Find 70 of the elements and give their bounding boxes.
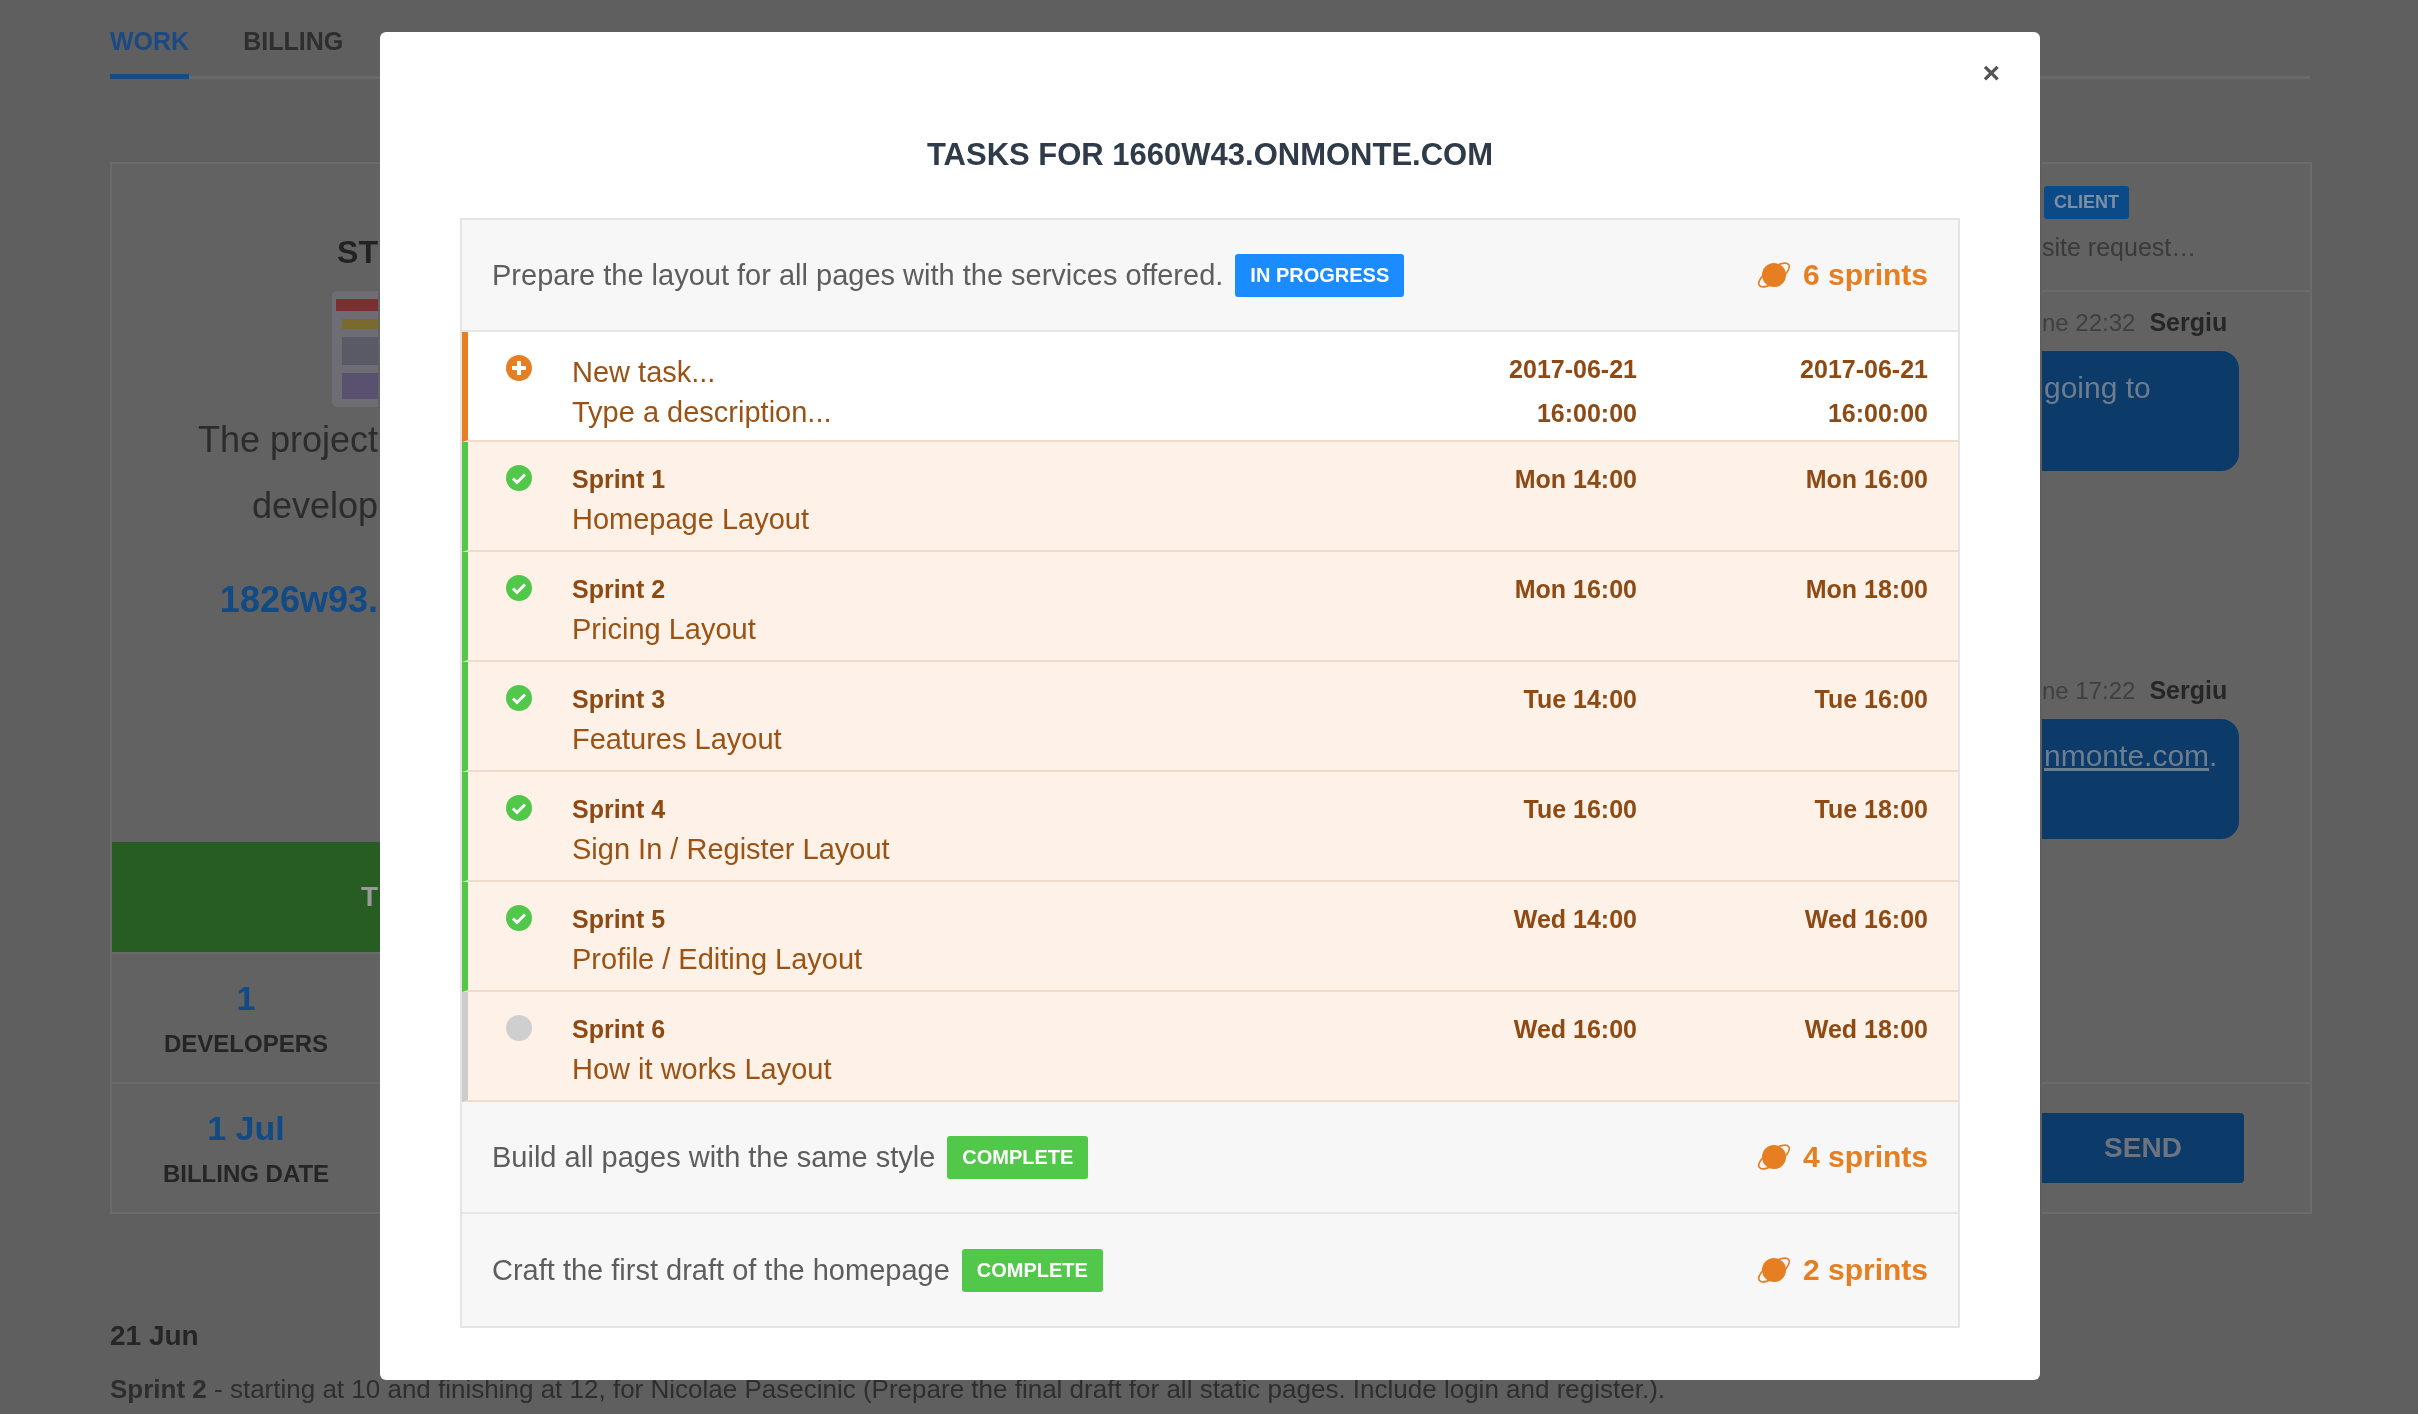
message-text: going to [2044,371,2151,404]
sprint-description: Features Layout [572,722,783,757]
start-time: Mon 16:00 [1514,574,1637,605]
status-badge: IN PROGRESS [1235,253,1405,297]
end-time: Mon 16:00 [1805,464,1928,495]
sprint-description: Profile / Editing Layout [572,942,864,977]
stat-label: BILLING DATE [162,1159,330,1188]
task-name-field[interactable]: New task... [572,352,992,392]
check-circle-icon [506,465,532,491]
sprint-count: 6 sprints [1802,258,1928,292]
stat-label: DEVELOPERS [163,1029,328,1058]
sprint-description: Pricing Layout [572,612,757,647]
task-row[interactable]: Craft the first draft of the homepage COMPLETE 2 sprints [462,1214,1958,1326]
message-author: Sergiu [2149,308,2228,337]
start-time: Tue 14:00 [1523,684,1637,715]
stat-value: 1 [236,978,256,1018]
end-time: Tue 16:00 [1814,684,1928,715]
activity-date: 21 Jun [110,1320,200,1352]
task-row[interactable]: Build all pages with the same style COMPLETE 4 sprints [462,1102,1958,1214]
client-badge: CLIENT [2044,186,2129,219]
action-label: T [360,881,378,913]
sprint-row[interactable]: Sprint 5 Profile / Editing Layout Wed 14:00 Wed 16:00 [462,882,1958,992]
start-date: 2017-06-21 [1509,354,1637,385]
end-time: Wed 18:00 [1804,1014,1928,1045]
check-circle-icon [506,905,532,931]
sprint-row[interactable]: Sprint 1 Homepage Layout Mon 14:00 Mon 16:00 [462,442,1958,552]
status-badge: COMPLETE [947,1135,1089,1179]
sprint-count: 4 sprints [1802,1140,1928,1174]
check-circle-icon [506,575,532,601]
sprint-name: Sprint 6 [572,1014,667,1045]
check-circle-icon [506,795,532,821]
sprint-count: 2 sprints [1802,1253,1928,1287]
start-time: Wed 14:00 [1513,904,1637,935]
message-author: Sergiu [2149,676,2228,705]
start-time: 16:00:00 [1536,398,1637,429]
task-title: Prepare the layout for all pages with the services offered. [492,258,1224,292]
plus-icon[interactable] [506,355,532,381]
message-text: nmonte.com. [2044,739,2218,772]
start-time: Tue 16:00 [1523,794,1637,825]
sprint-name: Sprint 4 [572,794,667,825]
sprint-name: Sprint 2 [572,574,667,605]
task-description-field[interactable]: Type a description... [572,392,992,432]
close-button[interactable]: × [1976,54,2006,92]
end-time: Tue 18:00 [1814,794,1928,825]
new-task-row[interactable]: New task... Type a description... 2017-06-21 16:00:00 2017-06-21 16:00:00 [462,332,1958,442]
end-time: Wed 16:00 [1804,904,1928,935]
sprint-name: Sprint 5 [572,904,667,935]
sprint-description: Sign In / Register Layout [572,832,891,867]
status-badge: COMPLETE [961,1248,1103,1292]
end-date: 2017-06-21 [1800,354,1928,385]
sprint-row[interactable]: Sprint 4 Sign In / Register Layout Tue 16:00 Tue 18:00 [462,772,1958,882]
start-time: Wed 16:00 [1513,1014,1637,1045]
sprint-description: Homepage Layout [572,502,810,537]
task-row[interactable]: Prepare the layout for all pages with the services offered. IN PROGRESS 6 sprints [462,220,1958,332]
sprint-name: Sprint 1 [572,464,667,495]
sprint-name: Sprint 3 [572,684,667,715]
task-title: Craft the first draft of the homepage [492,1253,950,1287]
task-title: Build all pages with the same style [492,1140,936,1174]
stat-value: 1 Jul [207,1108,285,1148]
end-time: Mon 18:00 [1805,574,1928,605]
end-time: 16:00:00 [1827,398,1928,429]
sprint-row[interactable]: Sprint 6 How it works Layout Wed 16:00 Wed 18:00 [462,992,1958,1102]
sprint-row[interactable]: Sprint 2 Pricing Layout Mon 16:00 Mon 18:00 [462,552,1958,662]
card-title: ST [337,234,378,271]
start-time: Mon 14:00 [1514,464,1637,495]
empty-circle-icon [506,1015,532,1041]
check-circle-icon [506,685,532,711]
sprint-row[interactable]: Sprint 3 Features Layout Tue 14:00 Tue 16:00 [462,662,1958,772]
sprint-description: How it works Layout [572,1052,833,1087]
dialog-title: TASKS FOR 1660W43.ONMONTE.COM [925,136,1495,174]
